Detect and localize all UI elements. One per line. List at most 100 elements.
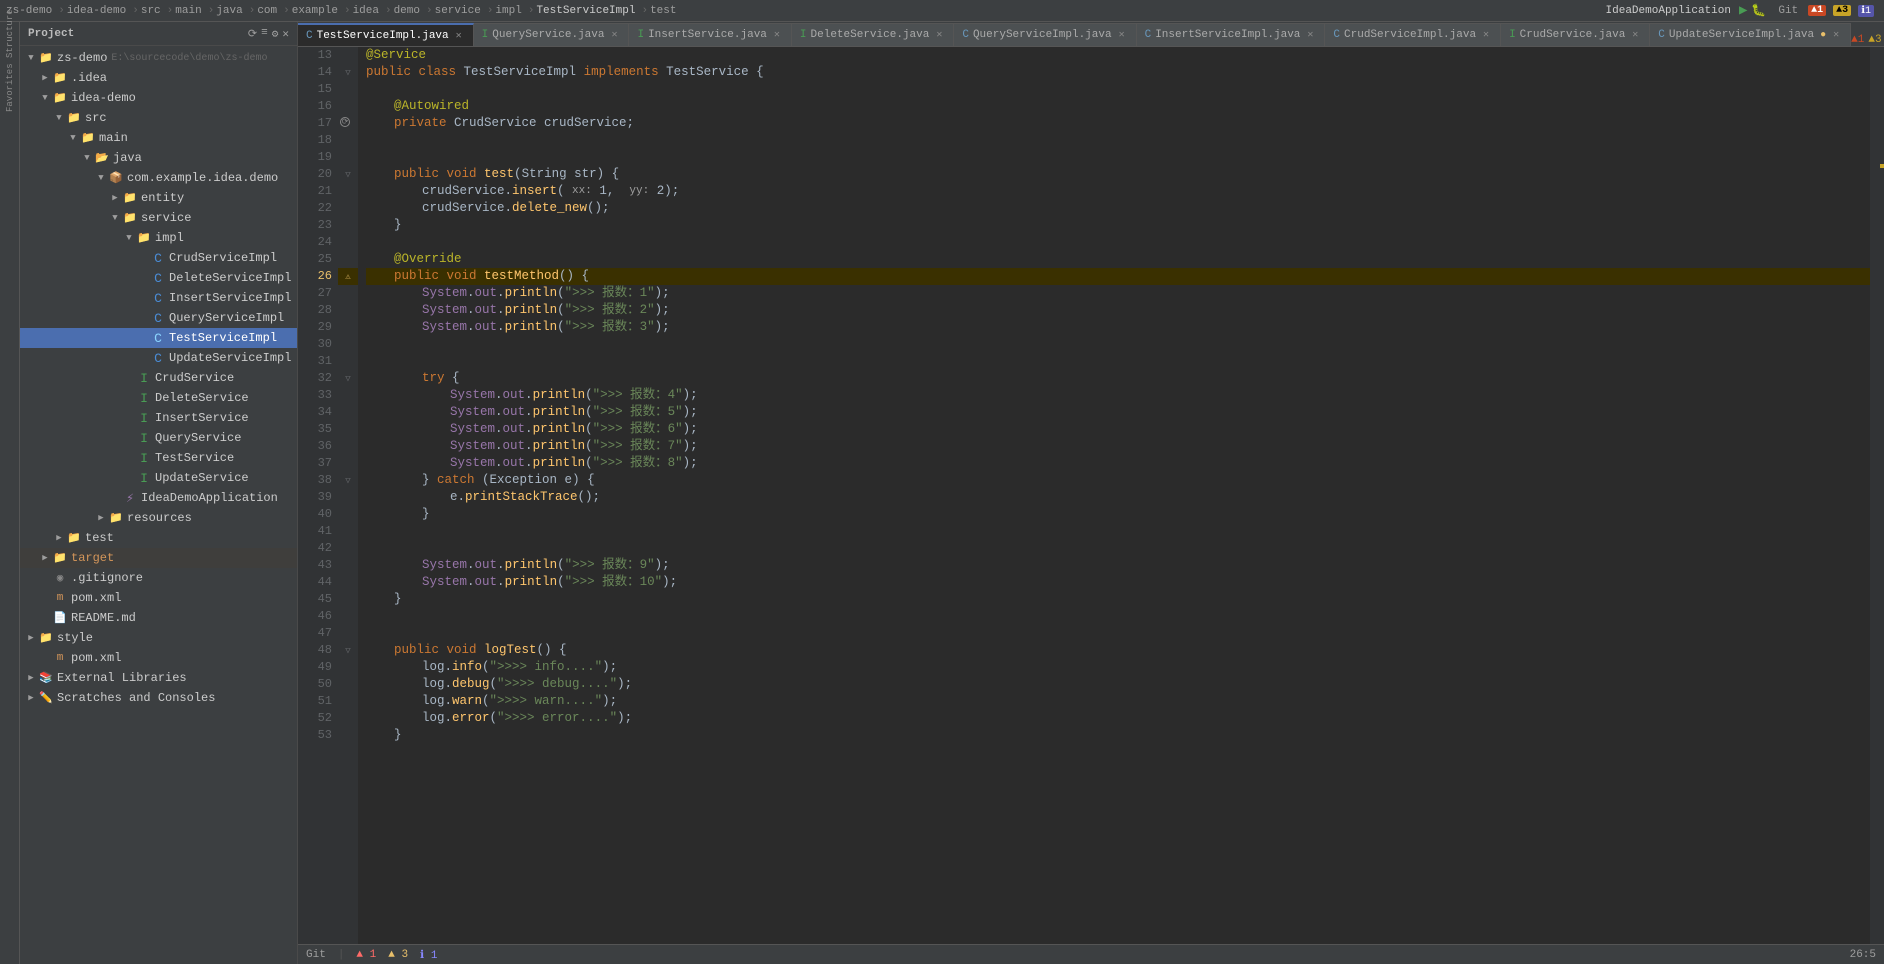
expand-arrow-scratches[interactable]: ▶ <box>24 691 38 705</box>
tree-item-service[interactable]: ▼ 📁 service <box>20 208 297 228</box>
tree-item-target[interactable]: ▶ 📁 target <box>20 548 297 568</box>
tab-TestServiceImpl[interactable]: C TestServiceImpl.java ✕ <box>298 23 474 46</box>
tree-item-ext-libs[interactable]: ▶ 📚 External Libraries <box>20 668 297 688</box>
fold-38[interactable]: ▽ <box>345 476 350 486</box>
tab-close-InsertServiceImpl[interactable]: ✕ <box>1304 29 1316 41</box>
tab-close-UpdateServiceImpl[interactable]: ✕ <box>1830 29 1842 41</box>
tab-close-QueryServiceImpl[interactable]: ✕ <box>1116 29 1128 41</box>
tab-QueryService[interactable]: I QueryService.java ✕ <box>474 23 630 46</box>
tree-item-pom2[interactable]: m pom.xml <box>20 648 297 668</box>
tree-item-entity[interactable]: ▶ 📁 entity <box>20 188 297 208</box>
tree-item-UpdateServiceImpl[interactable]: C UpdateServiceImpl <box>20 348 297 368</box>
expand-arrow-idea-demo[interactable]: ▼ <box>38 91 52 105</box>
fold-14[interactable]: ▽ <box>345 68 350 78</box>
breadcrumb-idea[interactable]: idea <box>353 5 379 17</box>
tree-item-style[interactable]: ▶ 📁 style <box>20 628 297 648</box>
expand-arrow-style[interactable]: ▶ <box>24 631 38 645</box>
expand-arrow-java[interactable]: ▼ <box>80 151 94 165</box>
tab-DeleteService[interactable]: I DeleteService.java ✕ <box>792 23 954 46</box>
breadcrumb-src[interactable]: src <box>141 5 161 17</box>
fold-32[interactable]: ▽ <box>345 374 350 384</box>
breadcrumb-method[interactable]: test <box>650 5 676 17</box>
hide-icon[interactable]: ✕ <box>282 27 289 41</box>
tree-item-CrudServiceImpl[interactable]: C CrudServiceImpl <box>20 248 297 268</box>
breadcrumb-file[interactable]: TestServiceImpl <box>536 5 635 17</box>
breadcrumb-com[interactable]: com <box>257 5 277 17</box>
fold-48[interactable]: ▽ <box>345 646 350 656</box>
fold-20[interactable]: ▽ <box>345 170 350 180</box>
expand-arrow-zs-demo[interactable]: ▼ <box>24 51 38 65</box>
debug-icon[interactable]: 🐛 <box>1751 3 1766 18</box>
tree-item-DeleteService[interactable]: I DeleteService <box>20 388 297 408</box>
status-info[interactable]: ℹ 1 <box>420 948 437 962</box>
status-git[interactable]: Git <box>306 949 326 961</box>
bookmark-17[interactable]: ⟳ <box>340 117 350 127</box>
tab-QueryServiceImpl[interactable]: C QueryServiceImpl.java ✕ <box>954 23 1136 46</box>
expand-arrow-resources[interactable]: ▶ <box>94 511 108 525</box>
breadcrumb-idea-demo[interactable]: idea-demo <box>67 5 126 17</box>
tab-InsertServiceImpl[interactable]: C InsertServiceImpl.java ✕ <box>1137 23 1326 46</box>
tree-item-idea[interactable]: ▶ 📁 .idea <box>20 68 297 88</box>
status-warnings[interactable]: ▲ 3 <box>388 949 408 961</box>
tree-item-InsertService[interactable]: I InsertService <box>20 408 297 428</box>
tab-InsertService[interactable]: I InsertService.java ✕ <box>629 23 791 46</box>
error-count[interactable]: ▲1 <box>1808 5 1826 16</box>
code-editor[interactable]: @Service public class TestServiceImpl im… <box>358 47 1870 944</box>
breadcrumb-main[interactable]: main <box>175 5 201 17</box>
expand-arrow-com[interactable]: ▼ <box>94 171 108 185</box>
right-gutter[interactable] <box>1870 47 1884 944</box>
expand-arrow-service[interactable]: ▼ <box>108 211 122 225</box>
tab-close-QueryService[interactable]: ✕ <box>608 29 620 41</box>
tree-item-QueryServiceImpl[interactable]: C QueryServiceImpl <box>20 308 297 328</box>
tree-item-TestService[interactable]: I TestService <box>20 448 297 468</box>
tab-close-TestServiceImpl[interactable]: ✕ <box>453 30 465 42</box>
breadcrumb-impl[interactable]: impl <box>495 5 521 17</box>
tree-item-impl[interactable]: ▼ 📁 impl <box>20 228 297 248</box>
tree-item-pom[interactable]: m pom.xml <box>20 588 297 608</box>
tab-CrudService[interactable]: I CrudService.java ✕ <box>1501 23 1650 46</box>
tab-CrudServiceImpl[interactable]: C CrudServiceImpl.java ✕ <box>1325 23 1501 46</box>
tree-item-resources[interactable]: ▶ 📁 resources <box>20 508 297 528</box>
expand-arrow-src[interactable]: ▼ <box>52 111 66 125</box>
expand-arrow-idea[interactable]: ▶ <box>38 71 52 85</box>
expand-arrow-main[interactable]: ▼ <box>66 131 80 145</box>
breadcrumb-example[interactable]: example <box>292 5 338 17</box>
tree-item-src[interactable]: ▼ 📁 src <box>20 108 297 128</box>
tree-item-TestServiceImpl[interactable]: C TestServiceImpl <box>20 328 297 348</box>
tree-item-scratches[interactable]: ▶ ✏️ Scratches and Consoles <box>20 688 297 708</box>
tree-item-readme[interactable]: 📄 README.md <box>20 608 297 628</box>
tree-item-com[interactable]: ▼ 📦 com.example.idea.demo <box>20 168 297 188</box>
warning-count[interactable]: ▲3 <box>1833 5 1851 16</box>
breadcrumb-java[interactable]: java <box>216 5 242 17</box>
gear-icon[interactable]: ⚙ <box>272 27 279 41</box>
tree-item-gitignore[interactable]: ◉ .gitignore <box>20 568 297 588</box>
expand-arrow-ext[interactable]: ▶ <box>24 671 38 685</box>
tree-item-QueryService[interactable]: I QueryService <box>20 428 297 448</box>
collapse-icon[interactable]: ≡ <box>261 27 268 41</box>
tab-close-InsertService[interactable]: ✕ <box>771 29 783 41</box>
tree-item-java[interactable]: ▼ 📂 java <box>20 148 297 168</box>
tree-item-InsertServiceImpl[interactable]: C InsertServiceImpl <box>20 288 297 308</box>
tree-item-IdeaDemoApplication[interactable]: ⚡ IdeaDemoApplication <box>20 488 297 508</box>
tree-item-idea-demo[interactable]: ▼ 📁 idea-demo <box>20 88 297 108</box>
expand-arrow-entity[interactable]: ▶ <box>108 191 122 205</box>
expand-arrow-impl[interactable]: ▼ <box>122 231 136 245</box>
status-errors[interactable]: ▲ 1 <box>356 949 376 961</box>
tree-item-UpdateService[interactable]: I UpdateService <box>20 468 297 488</box>
tree-item-main[interactable]: ▼ 📁 main <box>20 128 297 148</box>
tree-item-DeleteServiceImpl[interactable]: C DeleteServiceImpl <box>20 268 297 288</box>
breadcrumb-demo[interactable]: demo <box>394 5 420 17</box>
info-count[interactable]: ℹ1 <box>1858 5 1874 17</box>
structure-icon[interactable]: Structure <box>2 26 18 42</box>
tree-item-CrudService[interactable]: I CrudService <box>20 368 297 388</box>
breadcrumb-service[interactable]: service <box>435 5 481 17</box>
expand-arrow-test[interactable]: ▶ <box>52 531 66 545</box>
tree-item-zs-demo[interactable]: ▼ 📁 zs-demo E:\sourcecode\demo\zs-demo <box>20 48 297 68</box>
tree-container[interactable]: ▼ 📁 zs-demo E:\sourcecode\demo\zs-demo ▶… <box>20 46 297 964</box>
expand-arrow-target[interactable]: ▶ <box>38 551 52 565</box>
sync-icon[interactable]: ⟳ <box>248 27 257 41</box>
tab-close-CrudServiceImpl[interactable]: ✕ <box>1480 29 1492 41</box>
app-title[interactable]: IdeaDemoApplication <box>1606 5 1731 17</box>
tree-item-test[interactable]: ▶ 📁 test <box>20 528 297 548</box>
run-icon[interactable]: ▶ <box>1739 2 1747 19</box>
